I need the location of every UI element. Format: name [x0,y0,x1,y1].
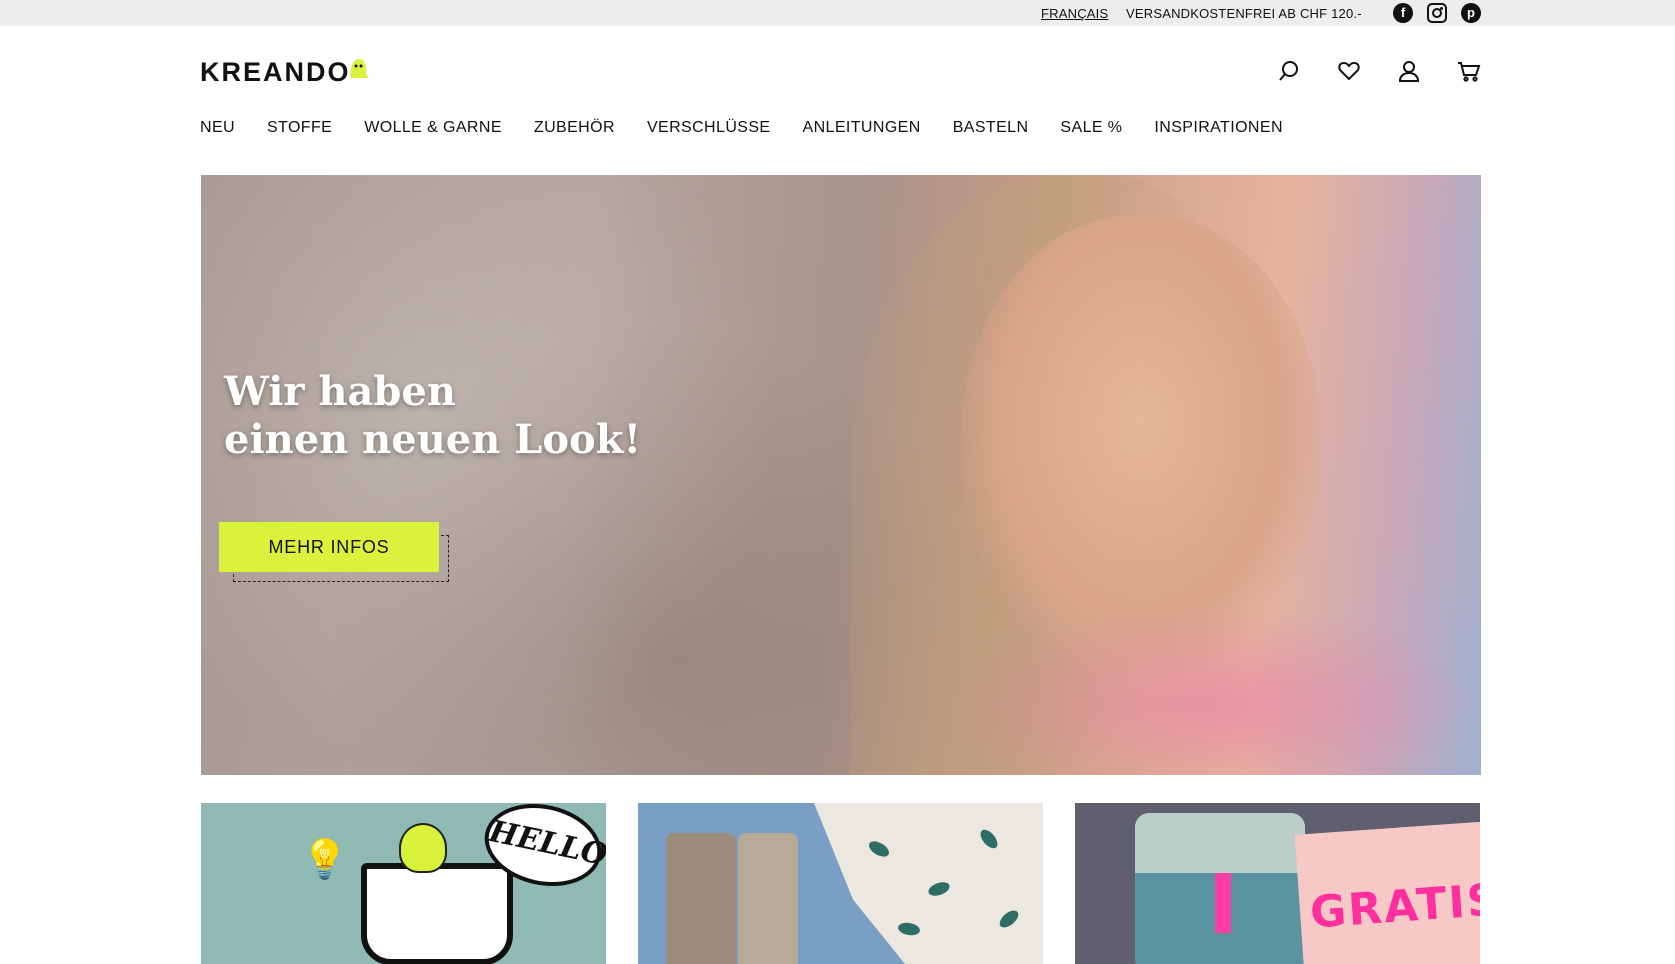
instagram-icon[interactable] [1427,3,1447,23]
top-utility-bar: FRANÇAIS VERSANDKOSTENFREI AB CHF 120.- … [0,0,1675,26]
nav-item-sale[interactable]: SALE % [1060,119,1122,137]
tile-free-patterns[interactable]: GRATIS [1075,803,1480,964]
user-icon[interactable] [1397,59,1421,83]
nav-item-zubehoer[interactable]: ZUBEHÖR [534,119,615,137]
fabric-drape [814,803,1043,964]
heart-icon[interactable] [1337,59,1361,83]
nav-item-stoffe[interactable]: STOFFE [267,119,332,137]
nav-item-anleitungen[interactable]: ANLEITUNGEN [803,119,921,137]
pouch-tag [1215,873,1231,933]
cart-icon[interactable] [1457,59,1481,83]
hero-background [201,175,961,775]
facebook-icon[interactable]: f [1393,3,1413,23]
nav-item-inspirationen[interactable]: INSPIRATIONEN [1154,119,1282,137]
logo[interactable]: KREANDO [200,57,351,88]
nav-item-neu[interactable]: NEU [200,119,235,137]
fabric-roll-2 [738,833,798,964]
tile-new-shop[interactable]: 💡 HELLO [201,803,606,964]
mascot-logo-icon [350,59,369,78]
fabric-pouch-lining [1135,813,1305,873]
tile-fabrics[interactable] [638,803,1043,964]
main-navigation: NEU STOFFE WOLLE & GARNE ZUBEHÖR VERSCHL… [200,119,1283,137]
shipping-notice: VERSANDKOSTENFREI AB CHF 120.- [1126,6,1362,21]
mascot-illustration [399,823,447,873]
search-icon[interactable] [1277,59,1301,83]
nav-item-wolle-garne[interactable]: WOLLE & GARNE [364,119,502,137]
nav-item-basteln[interactable]: BASTELN [953,119,1029,137]
shopping-basket-illustration [361,863,513,964]
more-info-button[interactable]: MEHR INFOS [219,522,439,572]
pinterest-icon[interactable]: p [1461,3,1481,23]
fabric-roll-1 [666,833,736,964]
lightbulb-icon: 💡 [301,839,349,881]
language-link[interactable]: FRANÇAIS [1041,6,1108,21]
nav-item-verschluesse[interactable]: VERSCHLÜSSE [647,119,771,137]
hero-title-line1: Wir haben [224,368,456,415]
hero-title-line2: einen neuen Look! [224,416,642,463]
hero-banner[interactable]: Wir haben einen neuen Look! MEHR INFOS [201,175,1481,775]
hero-title: Wir haben einen neuen Look! [224,368,641,464]
